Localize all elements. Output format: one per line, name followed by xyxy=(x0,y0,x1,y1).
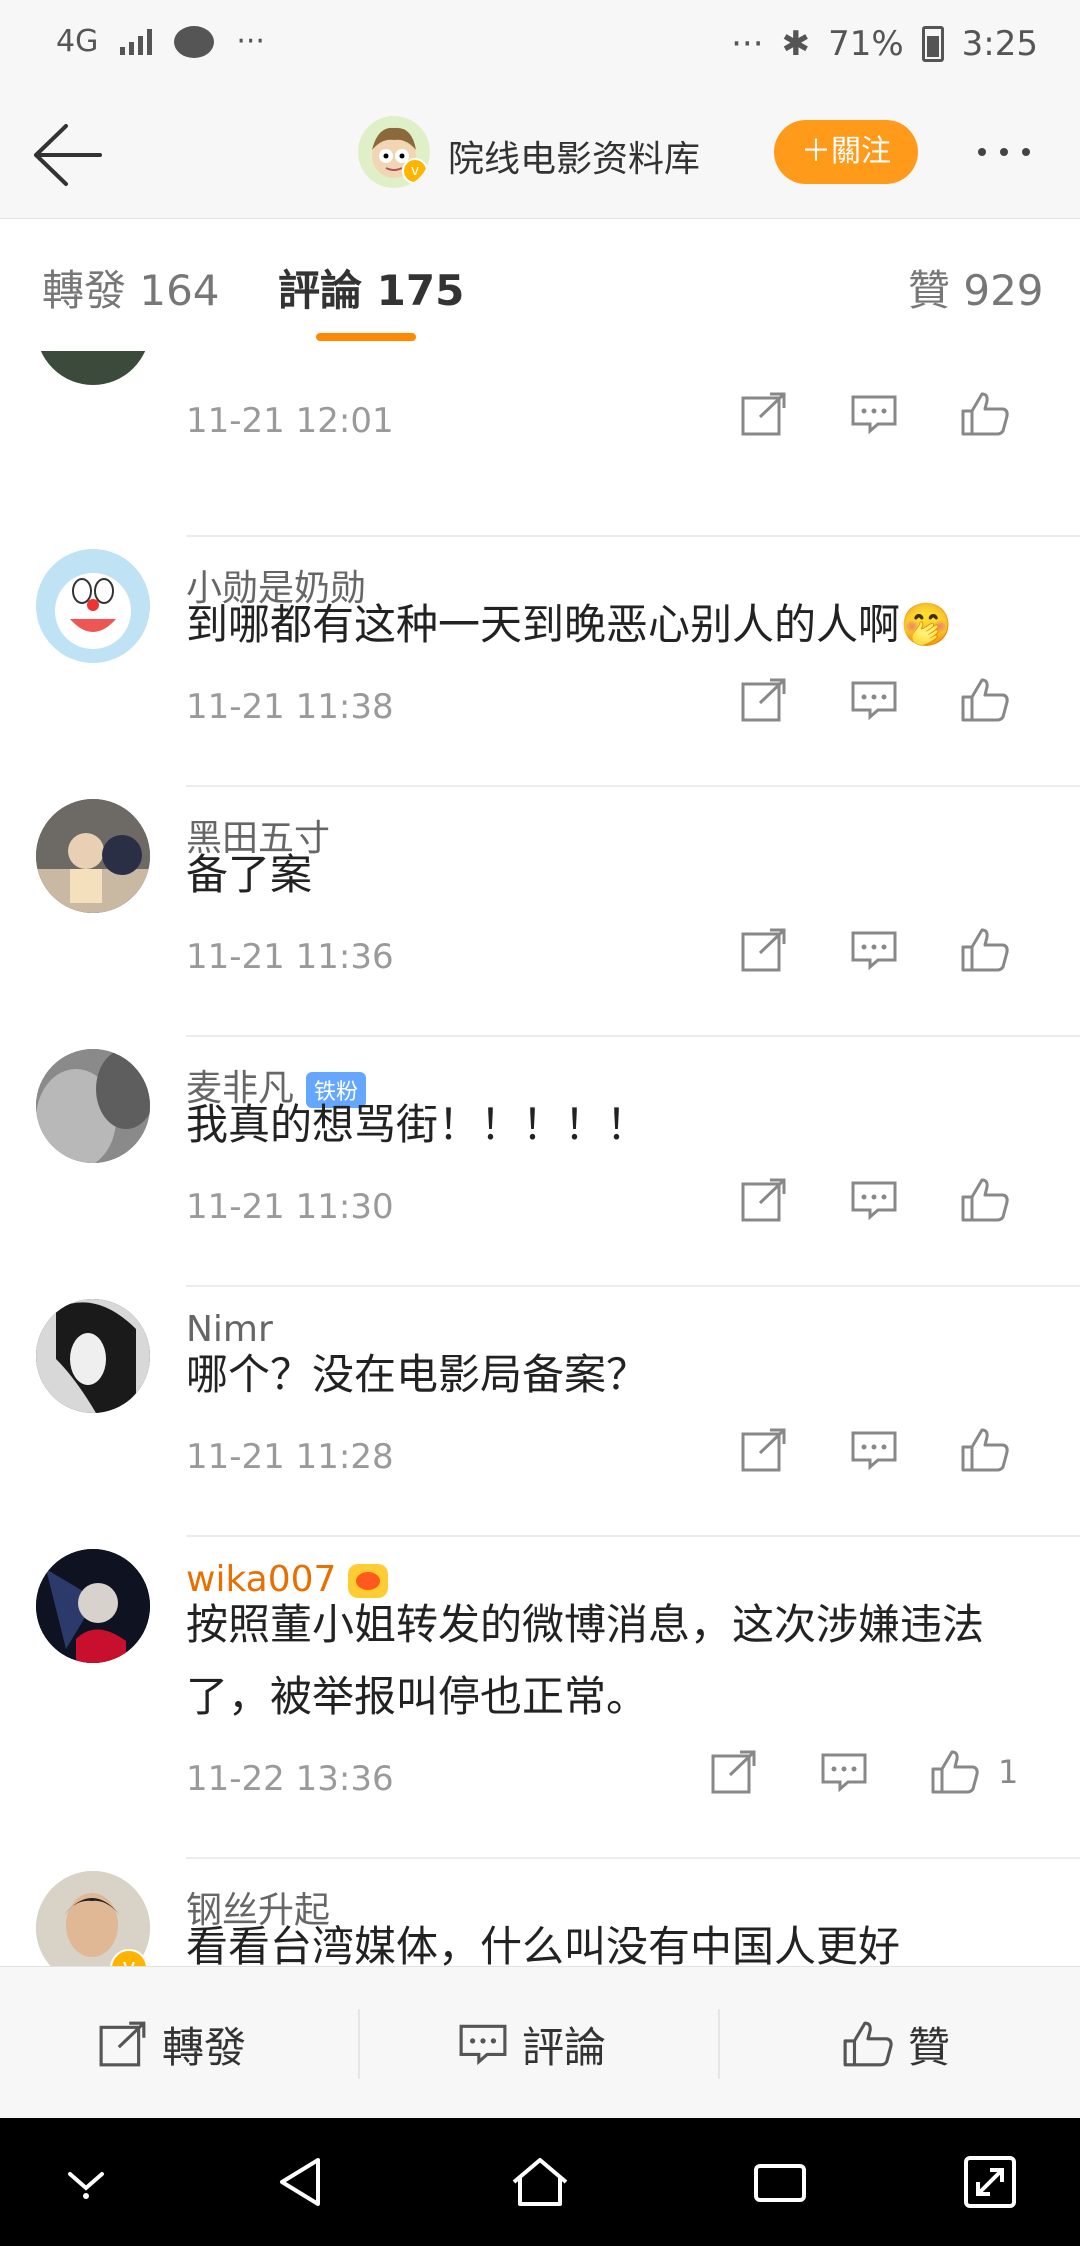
clock: 3:25 xyxy=(961,24,1038,64)
notification-overflow: ··· xyxy=(236,24,265,59)
like-icon[interactable] xyxy=(930,1749,980,1795)
comment-text: 到哪都有这种一天到晚恶心别人的人啊🤭 xyxy=(186,600,953,649)
system-navigation-bar xyxy=(0,2118,1080,2246)
recent-apps-icon[interactable] xyxy=(752,2158,808,2206)
comment-label: 評論 xyxy=(522,2022,607,2072)
bluetooth-icon: ✱ xyxy=(781,24,811,64)
home-nav-icon[interactable] xyxy=(508,2154,572,2210)
comment-time: 11-21 11:38 xyxy=(186,687,394,727)
comment-actions xyxy=(740,1427,1010,1473)
comment-item: v 钢丝升起 看看台湾媒体，什么叫没有中国人更好 xyxy=(0,1859,1080,1966)
comment-actions xyxy=(740,1177,1010,1223)
comment-item: 11-21 12:01 xyxy=(0,351,1080,541)
comment-actions xyxy=(740,677,1010,723)
comment-actions: 1 xyxy=(710,1749,1018,1795)
header: v 院线电影资料库 ＋關注 xyxy=(0,92,1080,219)
commenter-avatar[interactable] xyxy=(36,351,150,385)
comment-item: wika007 按照董小姐转发的微博消息，这次涉嫌违法了，被举报叫停也正常。 1… xyxy=(0,1537,1080,1859)
comment-time: 11-21 12:01 xyxy=(186,401,394,441)
like-button[interactable]: 1 xyxy=(930,1749,1018,1795)
share-icon[interactable] xyxy=(740,391,788,437)
commenter-avatar[interactable] xyxy=(36,1299,150,1413)
share-icon[interactable] xyxy=(710,1749,758,1795)
comment-icon[interactable] xyxy=(820,1752,868,1792)
tab-likes[interactable]: 贊 929 xyxy=(908,257,1044,318)
comment-item: 黑田五寸 备了案 11-21 11:36 xyxy=(0,787,1080,1037)
commenter-avatar[interactable] xyxy=(36,1549,150,1663)
comment-item: 小勋是奶勋 到哪都有这种一天到晚恶心别人的人啊🤭 11-21 11:38 xyxy=(0,537,1080,787)
divider xyxy=(718,2009,720,2079)
like-icon[interactable] xyxy=(960,1427,1010,1473)
like-icon[interactable] xyxy=(960,1177,1010,1223)
doraemon-icon xyxy=(36,549,150,663)
comment-text: 我真的想骂街！！！！！ xyxy=(186,1100,649,1149)
back-nav-icon[interactable] xyxy=(274,2154,326,2210)
chevron-down-icon[interactable] xyxy=(62,2164,110,2200)
repost-label: 轉發 xyxy=(162,2022,247,2072)
like-icon xyxy=(843,2021,893,2067)
comment-time: 11-22 13:36 xyxy=(186,1759,394,1799)
back-button[interactable] xyxy=(30,120,102,190)
comment-item: 麦非凡 铁粉 我真的想骂街！！！！！ 11-21 11:30 xyxy=(0,1037,1080,1287)
comment-item: Nimr 哪个？没在电影局备案？ 11-21 11:28 xyxy=(0,1287,1080,1537)
comment-time: 11-21 11:36 xyxy=(186,937,394,977)
comment-text: 看看台湾媒体，什么叫没有中国人更好 xyxy=(186,1922,901,1966)
comment-icon xyxy=(459,2024,507,2066)
bottom-action-bar: 轉發 評論 贊 xyxy=(0,1966,1080,2119)
bw-portrait-icon xyxy=(36,1299,150,1413)
verified-badge-icon: v xyxy=(402,158,428,184)
active-tab-indicator xyxy=(316,333,416,341)
share-icon[interactable] xyxy=(740,1427,788,1473)
comment-actions xyxy=(740,391,1010,437)
tab-reposts[interactable]: 轉發 164 xyxy=(42,257,220,318)
grayscale-avatar-icon xyxy=(36,1049,150,1163)
comment-text: 按照董小姐转发的微博消息，这次涉嫌违法了，被举报叫停也正常。 xyxy=(186,1600,985,1721)
status-bar: 4G ··· ··· ✱ 71% 3:25 xyxy=(0,0,1080,92)
share-icon[interactable] xyxy=(740,677,788,723)
repost-button[interactable]: 轉發 xyxy=(98,2009,246,2079)
comment-icon[interactable] xyxy=(850,1180,898,1220)
like-icon[interactable] xyxy=(960,927,1010,973)
share-icon[interactable] xyxy=(740,927,788,973)
comment-icon[interactable] xyxy=(850,680,898,720)
comment-time: 11-21 11:28 xyxy=(186,1437,394,1477)
like-icon[interactable] xyxy=(960,677,1010,723)
expand-icon[interactable] xyxy=(962,2154,1018,2210)
battery-percent: 71% xyxy=(828,24,904,64)
battery-icon xyxy=(921,26,944,62)
follow-button[interactable]: ＋關注 xyxy=(774,120,918,184)
like-icon[interactable] xyxy=(960,391,1010,437)
tab-bar: 轉發 164 評論 175 贊 929 xyxy=(0,219,1080,351)
comment-text: 备了案 xyxy=(186,850,313,899)
signal-icon xyxy=(120,28,153,55)
comment-text: 哪个？没在电影局备案？ xyxy=(186,1350,649,1399)
account-name[interactable]: 院线电影资料库 xyxy=(448,130,700,182)
anime-avatar-icon xyxy=(36,1549,150,1663)
tab-comments[interactable]: 評論 175 xyxy=(278,257,464,318)
like-button[interactable]: 贊 xyxy=(842,2009,950,2079)
commenter-avatar[interactable] xyxy=(36,1049,150,1163)
status-overflow: ··· xyxy=(731,24,764,64)
comment-button[interactable]: 評論 xyxy=(458,2009,606,2079)
photo-avatar-icon xyxy=(36,799,150,913)
comment-icon[interactable] xyxy=(850,394,898,434)
app-notification-icon xyxy=(174,25,215,58)
commenter-avatar[interactable] xyxy=(36,549,150,663)
more-options-icon[interactable] xyxy=(978,148,1030,156)
commenter-avatar[interactable] xyxy=(36,799,150,913)
back-arrow-icon xyxy=(34,124,102,186)
account-avatar[interactable]: v xyxy=(358,116,430,188)
comment-icon[interactable] xyxy=(850,930,898,970)
divider xyxy=(358,2009,360,2079)
network-indicator: 4G xyxy=(56,24,99,59)
share-icon[interactable] xyxy=(740,1177,788,1223)
comment-actions xyxy=(740,927,1010,973)
comment-icon[interactable] xyxy=(850,1430,898,1470)
like-label: 贊 xyxy=(908,2022,951,2072)
comment-list: 11-21 12:01 小勋是奶勋 到哪都有这种一天到晚恶心别人的人啊🤭 11-… xyxy=(0,351,1080,1966)
comment-time: 11-21 11:30 xyxy=(186,1187,394,1227)
like-count: 1 xyxy=(998,1753,1019,1791)
repost-icon xyxy=(99,2021,146,2067)
